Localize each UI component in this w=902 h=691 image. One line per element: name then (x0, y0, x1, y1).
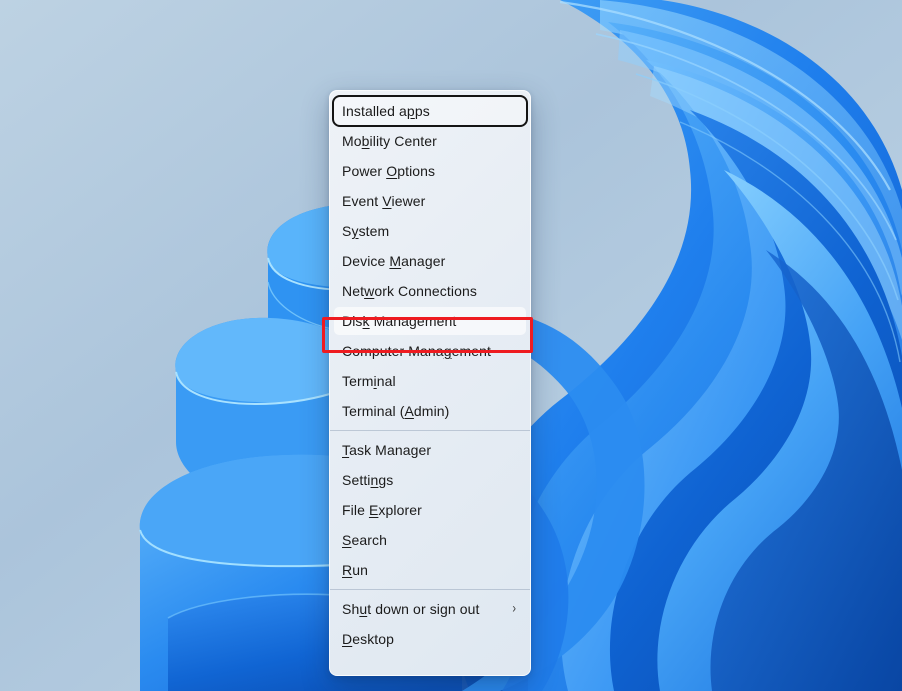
access-key: n (370, 472, 379, 488)
menu-item-label: Computer Management (342, 343, 491, 359)
access-key: w (364, 283, 375, 299)
menu-item-installed-apps[interactable]: Installed apps (332, 95, 528, 127)
access-key: u (359, 601, 368, 617)
menu-item-run[interactable]: Run (334, 556, 526, 584)
menu-item-label: Disk Management (342, 313, 457, 329)
access-key: R (342, 562, 353, 578)
menu-separator (330, 589, 530, 590)
menu-item-terminal-admin[interactable]: Terminal (Admin) (334, 397, 526, 425)
access-key: k (362, 313, 370, 329)
menu-item-event-viewer[interactable]: Event Viewer (334, 187, 526, 215)
menu-item-desktop[interactable]: Desktop (334, 625, 526, 653)
menu-item-settings[interactable]: Settings (334, 466, 526, 494)
menu-item-label: Run (342, 562, 368, 578)
menu-item-task-manager[interactable]: Task Manager (334, 436, 526, 464)
menu-item-label: Search (342, 532, 387, 548)
access-key: M (389, 253, 402, 269)
menu-item-label: Terminal (342, 373, 396, 389)
menu-item-computer-management[interactable]: Computer Management (334, 337, 526, 365)
menu-item-system[interactable]: System (334, 217, 526, 245)
menu-item-terminal[interactable]: Terminal (334, 367, 526, 395)
menu-item-search[interactable]: Search (334, 526, 526, 554)
access-key: D (342, 631, 353, 647)
menu-item-label: Desktop (342, 631, 395, 647)
menu-item-disk-management[interactable]: Disk Management (334, 307, 526, 335)
menu-item-label: Task Manager (342, 442, 432, 458)
access-key: O (386, 163, 398, 179)
menu-item-power-options[interactable]: Power Options (334, 157, 526, 185)
menu-item-label: System (342, 223, 390, 239)
chevron-right-icon: › (512, 600, 516, 616)
menu-item-label: Power Options (342, 163, 436, 179)
power-user-menu[interactable]: Installed apps Mobility Center Power Optio… (329, 90, 531, 676)
menu-item-label: Installed apps (342, 103, 430, 119)
menu-item-device-manager[interactable]: Device Manager (334, 247, 526, 275)
access-key: S (342, 532, 352, 548)
menu-item-label: Terminal (Admin) (342, 403, 450, 419)
menu-item-label: Device Manager (342, 253, 446, 269)
menu-item-network-connections[interactable]: Network Connections (334, 277, 526, 305)
access-key: g (443, 343, 452, 359)
access-key: b (361, 133, 370, 149)
menu-item-label: Shut down or sign out (342, 601, 480, 617)
menu-item-file-explorer[interactable]: File Explorer (334, 496, 526, 524)
access-key: y (351, 223, 359, 239)
menu-item-label: Network Connections (342, 283, 477, 299)
menu-item-label: Mobility Center (342, 133, 437, 149)
desktop: Installed apps Mobility Center Power Optio… (0, 0, 902, 691)
menu-item-label: File Explorer (342, 502, 422, 518)
access-key: p (406, 103, 415, 119)
access-key: T (342, 442, 350, 458)
menu-separator (330, 430, 530, 431)
menu-item-shut-down-or-sign-out[interactable]: Shut down or sign out › (334, 595, 526, 623)
menu-item-label: Settings (342, 472, 394, 488)
access-key: V (382, 193, 392, 209)
menu-item-mobility-center[interactable]: Mobility Center (334, 127, 526, 155)
access-key: i (373, 373, 377, 389)
access-key: A (404, 403, 414, 419)
menu-item-label: Event Viewer (342, 193, 426, 209)
access-key: E (368, 502, 379, 518)
